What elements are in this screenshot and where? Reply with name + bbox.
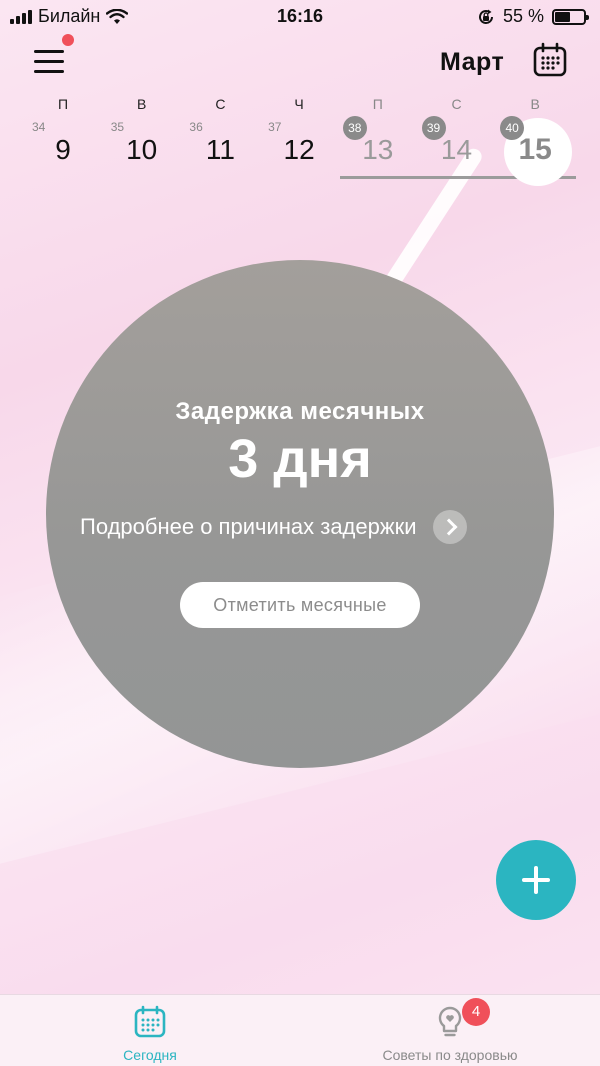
day-today[interactable]: В 15 40	[496, 96, 574, 186]
day-past[interactable]: Ч 12 37	[260, 96, 338, 176]
day-future[interactable]: П 13 38	[339, 96, 417, 176]
tips-count-badge: 4	[462, 998, 490, 1026]
battery-percent: 55 %	[502, 6, 544, 26]
delay-reasons-link[interactable]: Подробнее о причинах задержки	[80, 510, 467, 544]
day-past[interactable]: В 10 35	[103, 96, 181, 176]
day-future[interactable]: С 14 39	[418, 96, 496, 176]
notification-dot	[62, 34, 74, 46]
day-past[interactable]: П 9 34	[24, 96, 102, 176]
menu-icon	[34, 50, 64, 53]
cycle-day-number: 37	[268, 120, 282, 134]
tab-bar: Сегодня Советы по здоровью	[0, 994, 600, 1066]
day-number-wrap: 13 38	[339, 116, 417, 176]
cycle-day-number: 36	[189, 120, 203, 134]
weekday-letter: П	[57, 96, 69, 112]
tab-today-label: Сегодня	[123, 1047, 177, 1063]
calendar-icon	[134, 1005, 166, 1038]
add-button[interactable]	[496, 840, 576, 920]
weekday-letter: П	[372, 96, 383, 112]
cycle-day-number: 38	[342, 116, 367, 140]
cycle-day-number: 40	[500, 116, 525, 140]
day-number-wrap: 10 35	[103, 120, 181, 176]
mark-period-button[interactable]: Отметить месячные	[180, 582, 420, 628]
day-number-wrap: 12 37	[260, 120, 338, 176]
week-strip: П 9 34 В 10 35 С 11 36 Ч 12 37 П 13 38 С 14 39 В 15 40	[24, 96, 576, 186]
delay-title: Задержка месячных	[175, 398, 425, 425]
tab-today[interactable]: Сегодня	[0, 995, 300, 1066]
menu-icon-bar	[34, 70, 64, 73]
menu-icon-bar	[34, 60, 64, 63]
battery-icon	[552, 8, 589, 25]
calendar-button[interactable]	[532, 42, 568, 78]
cycle-day-number: 35	[110, 120, 125, 134]
cycle-day-number: 34	[32, 120, 46, 134]
day-number-wrap: 11 36	[181, 120, 259, 176]
weekday-letter: С	[451, 96, 462, 112]
month-title: Март	[440, 48, 505, 76]
menu-button[interactable]	[32, 44, 66, 78]
day-past[interactable]: С 11 36	[181, 96, 259, 176]
cycle-day-number: 39	[421, 116, 446, 140]
status-right: 55 %	[477, 6, 589, 27]
weekday-letter: Ч	[294, 96, 304, 112]
tab-health-tips[interactable]: Советы по здоровью	[300, 995, 600, 1066]
day-number-wrap: 14 39	[418, 116, 496, 176]
weekday-letter: В	[137, 96, 147, 112]
chevron-right-icon	[432, 510, 467, 544]
weekday-letter: В	[530, 96, 540, 112]
tab-health-tips-label: Советы по здоровью	[382, 1047, 518, 1063]
delay-reasons-label: Подробнее о причинах задержки	[80, 514, 417, 539]
delay-value: 3 дня	[228, 429, 372, 489]
rotation-lock-icon	[479, 9, 493, 24]
day-number-wrap: 9 34	[24, 120, 102, 176]
battery-fill	[555, 11, 571, 22]
status-bar: Билайн 16:16 55 %	[0, 0, 600, 34]
weekday-letter: С	[215, 96, 226, 112]
day-number-wrap: 15 40	[496, 116, 574, 186]
